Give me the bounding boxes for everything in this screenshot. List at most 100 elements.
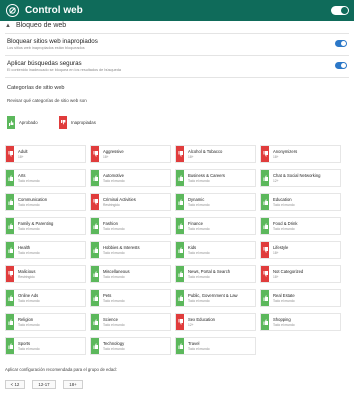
thumbs-down-icon[interactable] [91, 146, 99, 162]
thumbs-up-icon[interactable] [6, 290, 14, 306]
thumbs-down-icon[interactable] [91, 194, 99, 210]
category-tile[interactable]: Dynamic Todo el mundo [175, 193, 256, 211]
category-tile[interactable]: Not Categorized 18+ [260, 265, 341, 283]
thumbs-up-icon[interactable] [6, 338, 14, 354]
category-tile[interactable]: Pets Todo el mundo [90, 289, 171, 307]
age-12-17-button[interactable]: 12-17 [32, 380, 56, 389]
thumbs-down-icon[interactable] [176, 146, 184, 162]
category-tile[interactable]: Fashion Todo el mundo [90, 217, 171, 235]
category-tile[interactable]: Health Todo el mundo [5, 241, 86, 259]
thumbs-down-icon[interactable] [261, 266, 269, 282]
thumbs-down-icon[interactable] [176, 314, 184, 330]
category-name: Technology [103, 341, 125, 346]
thumbs-up-icon[interactable] [6, 218, 14, 234]
thumbs-up-icon[interactable] [91, 170, 99, 186]
category-tile[interactable]: Online Ads Todo el mundo [5, 289, 86, 307]
categories-subtitle: Revisar qué categorías de sitio web son [7, 98, 87, 103]
thumbs-up-icon[interactable] [261, 170, 269, 186]
category-tile[interactable]: Criminal Activities Restringido [90, 193, 171, 211]
category-status: Todo el mundo [273, 203, 295, 207]
category-tile[interactable]: Anonymizers 18+ [260, 145, 341, 163]
category-status: Todo el mundo [18, 179, 40, 183]
category-status: Todo el mundo [188, 227, 210, 231]
thumbs-up-icon[interactable] [6, 314, 14, 330]
category-tile[interactable]: Shopping Todo el mundo [260, 313, 341, 331]
thumbs-up-icon[interactable] [6, 242, 14, 258]
category-tile[interactable]: Sports Todo el mundo [5, 337, 86, 355]
category-status: Todo el mundo [188, 203, 210, 207]
category-tile[interactable]: Communication Todo el mundo [5, 193, 86, 211]
category-name: Travel [188, 341, 200, 346]
chevron-up-icon: ▲ [5, 22, 11, 29]
thumbs-up-icon[interactable] [6, 194, 14, 210]
category-tile[interactable]: Hobbies & Interests Todo el mundo [90, 241, 171, 259]
category-name: Sex Education [188, 317, 216, 322]
divider [5, 33, 349, 34]
thumbs-up-icon[interactable] [6, 170, 14, 186]
category-tile[interactable]: Malicious Restringido [5, 265, 86, 283]
category-tile[interactable]: Family & Parenting Todo el mundo [5, 217, 86, 235]
category-tile[interactable]: Arts Todo el mundo [5, 169, 86, 187]
category-status: Todo el mundo [18, 203, 40, 207]
category-tile[interactable]: Lifestyle 18+ [260, 241, 341, 259]
category-status: Restringido [18, 275, 35, 279]
category-tile[interactable]: Science Todo el mundo [90, 313, 171, 331]
thumbs-up-icon[interactable] [176, 218, 184, 234]
section-header[interactable]: ▲ Bloqueo de web [5, 22, 66, 29]
thumbs-up-icon[interactable] [91, 218, 99, 234]
category-name: Chat & Social Networking [273, 173, 321, 178]
thumbs-up-icon[interactable] [91, 242, 99, 258]
thumbs-up-icon[interactable] [176, 170, 184, 186]
thumbs-down-icon[interactable] [6, 146, 14, 162]
safe-search-toggle[interactable] [335, 62, 347, 69]
category-tile[interactable]: Finance Todo el mundo [175, 217, 256, 235]
category-name: Adult [18, 149, 28, 154]
category-tile[interactable]: News, Portal & Search Todo el mundo [175, 265, 256, 283]
block-websites-toggle[interactable] [335, 40, 347, 47]
category-tile[interactable]: Real Estate Todo el mundo [260, 289, 341, 307]
thumbs-up-icon[interactable] [176, 266, 184, 282]
category-tile[interactable]: Aggressive 18+ [90, 145, 171, 163]
category-tile[interactable]: Adult 18+ [5, 145, 86, 163]
thumbs-up-icon[interactable] [176, 338, 184, 354]
age-group-label: Aplicar configuración recomendada para e… [5, 367, 117, 372]
thumbs-up-icon[interactable] [261, 290, 269, 306]
thumbs-up-icon[interactable] [91, 266, 99, 282]
category-tile[interactable]: Food & Drink Todo el mundo [260, 217, 341, 235]
category-tile[interactable]: Travel Todo el mundo [175, 337, 256, 355]
category-name: Dynamic [188, 197, 205, 202]
thumbs-down-icon[interactable] [261, 146, 269, 162]
category-tile[interactable]: Alcohol & Tobacco 18+ [175, 145, 256, 163]
category-tile[interactable]: Automotive Todo el mundo [90, 169, 171, 187]
thumbs-up-icon[interactable] [261, 194, 269, 210]
thumbs-up-icon[interactable] [261, 218, 269, 234]
category-tile[interactable]: Education Todo el mundo [260, 193, 341, 211]
category-tile[interactable]: Miscellaneous Todo el mundo [90, 265, 171, 283]
category-status: Todo el mundo [18, 227, 40, 231]
category-tile[interactable]: Kids Todo el mundo [175, 241, 256, 259]
thumbs-up-icon[interactable] [261, 314, 269, 330]
category-tile[interactable]: Sex Education 12+ [175, 313, 256, 331]
category-tile[interactable]: Religion Todo el mundo [5, 313, 86, 331]
thumbs-down-icon[interactable] [261, 242, 269, 258]
thumbs-down-icon[interactable] [6, 266, 14, 282]
thumbs-up-icon[interactable] [176, 242, 184, 258]
age-under-12-button[interactable]: < 12 [5, 380, 25, 389]
thumbs-up-icon[interactable] [91, 290, 99, 306]
app-title: Control web [25, 5, 83, 16]
thumbs-up-icon[interactable] [176, 194, 184, 210]
thumbs-up-icon[interactable] [91, 338, 99, 354]
category-tile[interactable]: Technology Todo el mundo [90, 337, 171, 355]
category-tile[interactable]: Public, Government & Law Todo el mundo [175, 289, 256, 307]
category-name: Finance [188, 221, 203, 226]
thumbs-up-icon[interactable] [91, 314, 99, 330]
category-name: Health [18, 245, 31, 250]
web-control-toggle[interactable] [331, 6, 349, 15]
category-tile[interactable]: Business & Careers Todo el mundo [175, 169, 256, 187]
category-name: Business & Careers [188, 173, 226, 178]
thumbs-up-icon[interactable] [176, 290, 184, 306]
category-name: Online Ads [18, 293, 39, 298]
age-18-plus-button[interactable]: 18+ [63, 380, 83, 389]
category-status: Todo el mundo [103, 275, 125, 279]
category-tile[interactable]: Chat & Social Networking 12+ [260, 169, 341, 187]
